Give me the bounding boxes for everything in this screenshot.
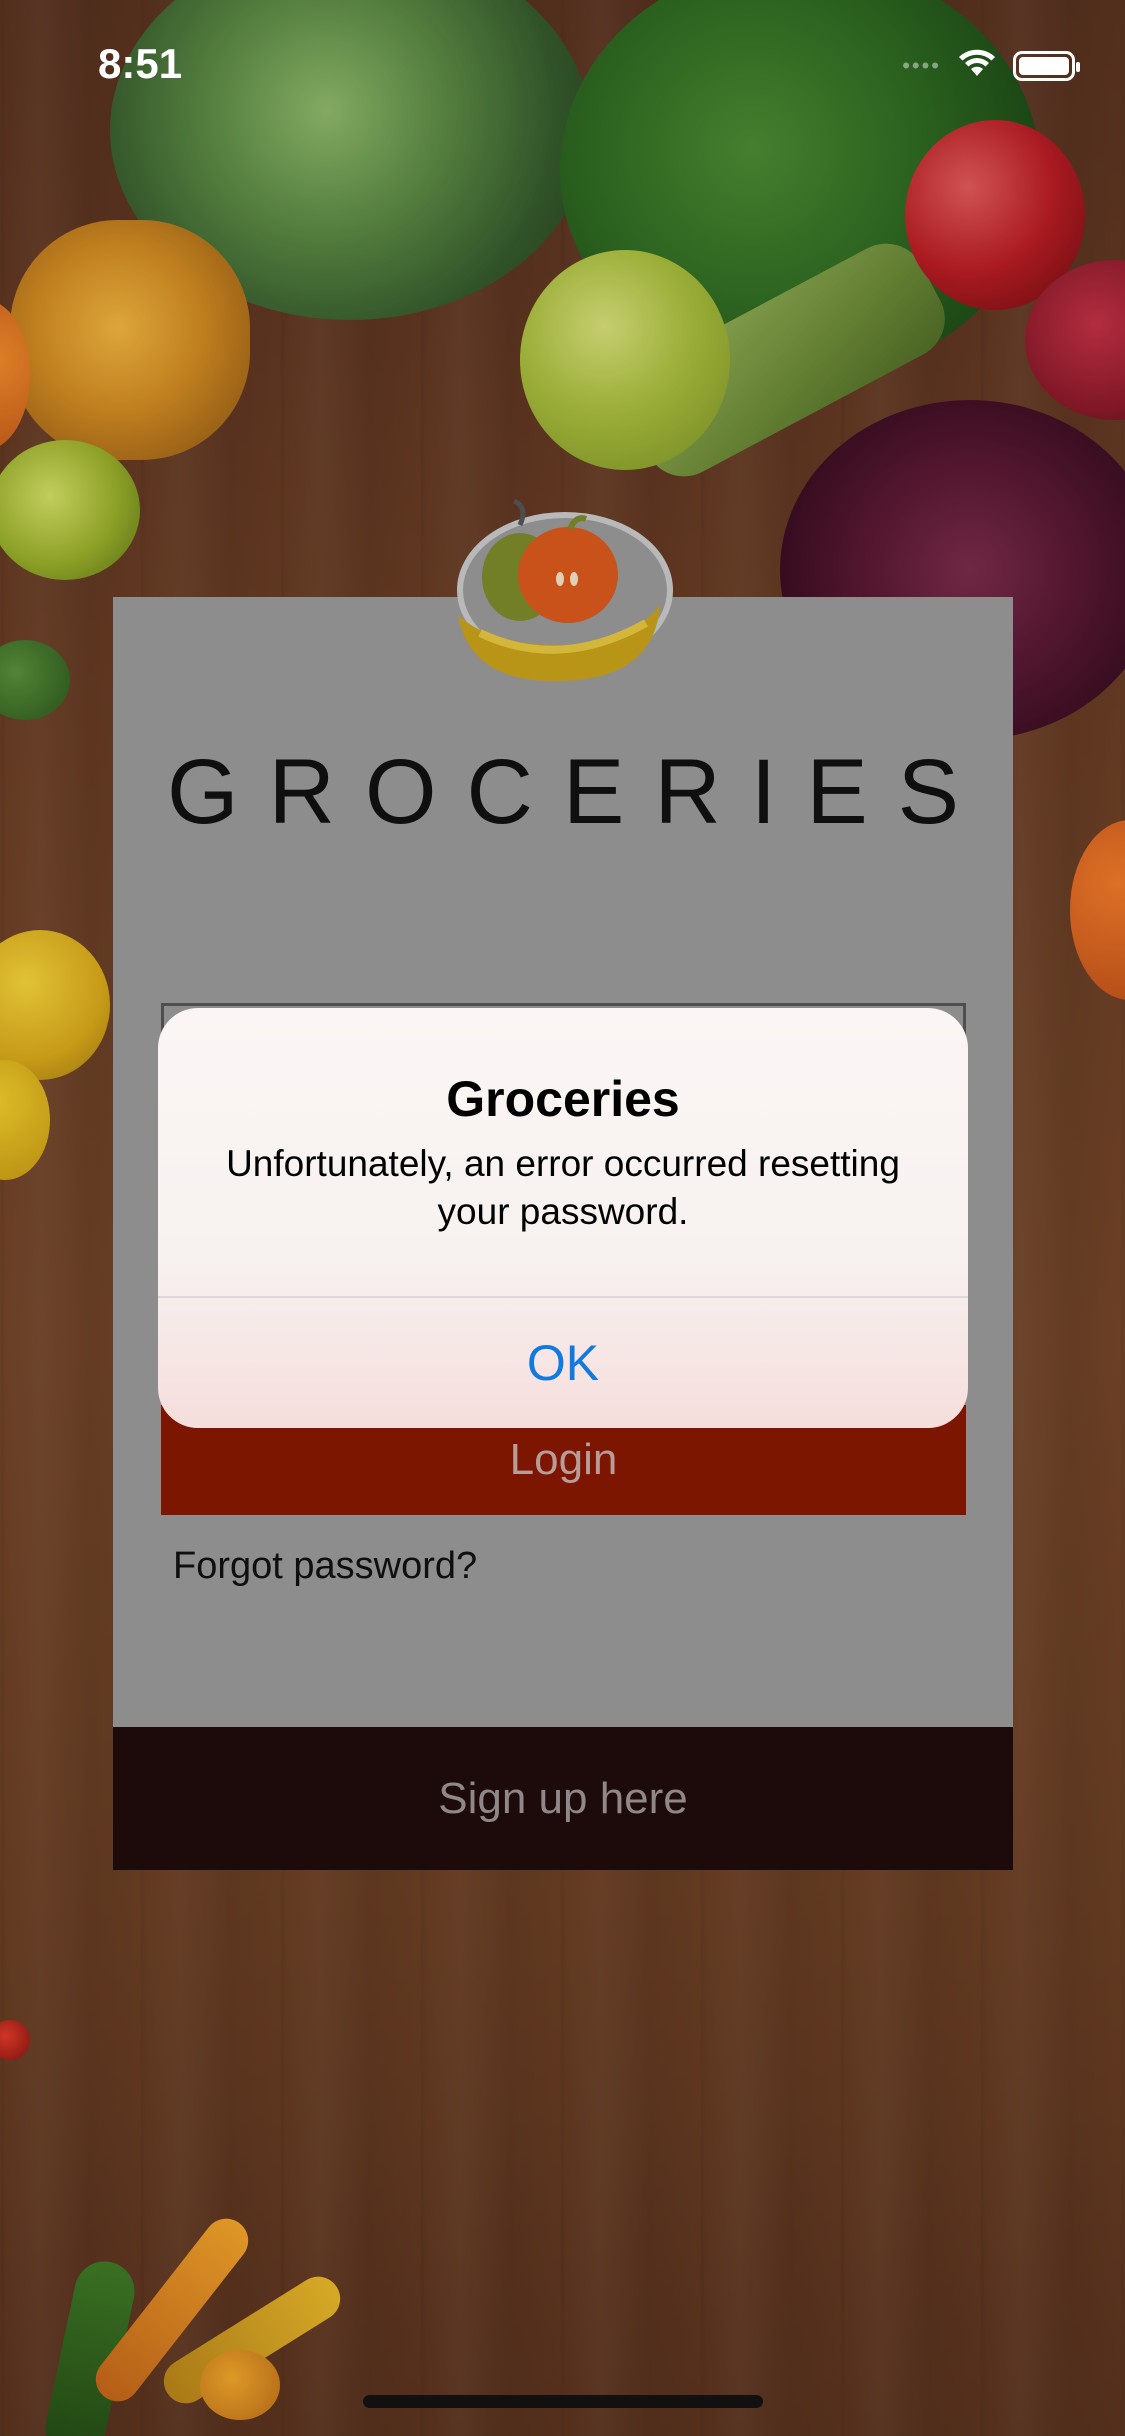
status-time: 8:51 bbox=[98, 40, 183, 87]
home-indicator[interactable] bbox=[363, 2395, 763, 2408]
status-bar: 8:51 •••• bbox=[0, 0, 1125, 140]
error-alert-dialog: Groceries Unfortunately, an error occurr… bbox=[158, 1008, 968, 1428]
battery-icon bbox=[1013, 50, 1080, 81]
alert-message: Unfortunately, an error occurred resetti… bbox=[226, 1143, 900, 1232]
status-icons: •••• bbox=[902, 48, 1080, 83]
alert-title: Groceries bbox=[446, 1071, 680, 1127]
cellular-signal-icon: •••• bbox=[902, 52, 941, 78]
wifi-icon bbox=[957, 48, 997, 83]
screen: 8:51 •••• GROCERIES Login Forgot passwor… bbox=[0, 0, 1125, 2436]
alert-ok-button[interactable]: OK bbox=[158, 1298, 968, 1428]
